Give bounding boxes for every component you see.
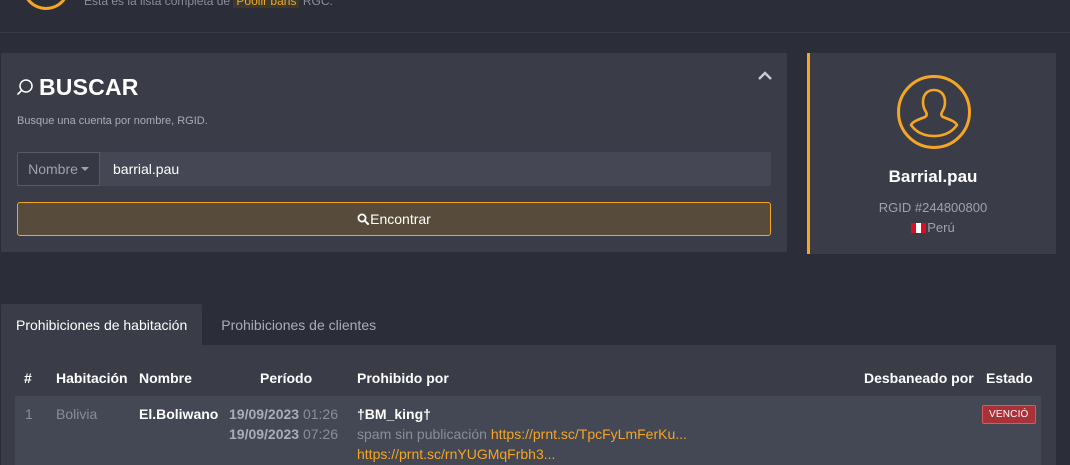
find-button-label: Encontrar — [370, 211, 431, 227]
header-highlight: Poolir bans — [233, 0, 300, 8]
row-name: El.Boliwano — [139, 406, 219, 422]
tab-client-bans[interactable]: Prohibiciones de clientes — [202, 304, 391, 345]
row-reason-line: spam sin publicación https://prnt.sc/Tpc… — [357, 426, 687, 442]
user-icon — [22, 0, 70, 10]
column-header-unbanned-by: Desbaneado por — [864, 370, 974, 386]
ban-tabs: Prohibiciones de habitación Prohibicione… — [1, 304, 391, 345]
column-header-name: Nombre — [139, 370, 192, 386]
table-row: 1 Bolivia El.Boliwano 19/09/2023 01:26 1… — [15, 396, 1041, 465]
search-type-dropdown[interactable]: Nombre — [17, 152, 100, 186]
search-description: Busque una cuenta por nombre, RGID. — [17, 115, 208, 127]
column-header-period: Período — [260, 370, 313, 386]
search-input-group: Nombre — [17, 152, 771, 186]
evidence-link[interactable]: https://prnt.sc/rnYUGMqFrbh3... — [357, 446, 555, 462]
profile-rgid: RGID #244800800 — [878, 200, 988, 215]
column-header-room: Habitación — [56, 370, 128, 386]
search-panel: BUSCAR Busque una cuenta por nombre, RGI… — [1, 53, 787, 252]
row-start-date: 19/09/2023 — [229, 406, 300, 422]
profile-card: Barrial.pau RGID #244800800 Perú — [807, 53, 1056, 254]
caret-down-icon — [80, 167, 89, 171]
page-header: Esta es la lista completa de Poolir bans… — [0, 0, 1070, 33]
row-reason: spam sin publicación — [357, 426, 487, 442]
search-title: BUSCAR — [17, 74, 139, 101]
status-badge: VENCIÓ — [982, 404, 1036, 424]
row-num: 1 — [25, 406, 33, 422]
header-subtitle: Esta es la lista completa de Poolir bans… — [84, 0, 333, 8]
bans-table: # Habitación Nombre Período Prohibido po… — [1, 345, 1056, 465]
header-text-prefix: Esta es la lista completa de — [84, 0, 231, 8]
profile-name: Barrial.pau — [888, 167, 978, 186]
row-start-time: 01:26 — [302, 406, 339, 422]
avatar — [897, 75, 971, 149]
search-type-label: Nombre — [28, 161, 78, 177]
chevron-up-icon[interactable] — [757, 69, 773, 81]
row-period-start: 19/09/2023 01:26 — [229, 406, 338, 422]
status-badge-label: VENCIÓ — [982, 405, 1036, 424]
column-header-status: Estado — [986, 370, 1033, 386]
row-end-time: 07:26 — [302, 426, 339, 442]
search-icon — [17, 78, 33, 95]
search-icon — [357, 213, 370, 225]
row-banned-by: †BM_king† — [357, 406, 431, 422]
peru-flag-icon — [911, 222, 927, 233]
table-header: # Habitación Nombre Período Prohibido po… — [1, 345, 1056, 395]
column-header-num: # — [24, 370, 32, 386]
evidence-link[interactable]: https://prnt.sc/TpcFyLmFerKu... — [491, 426, 687, 442]
row-end-date: 19/09/2023 — [229, 426, 300, 442]
row-room: Bolivia — [56, 406, 98, 422]
profile-country: Perú — [810, 220, 1056, 235]
tab-room-bans[interactable]: Prohibiciones de habitación — [1, 304, 203, 345]
search-input[interactable] — [100, 152, 771, 186]
row-period-end: 19/09/2023 07:26 — [229, 426, 338, 442]
header-text-suffix: RGC. — [302, 0, 333, 8]
column-header-banned-by: Prohibido por — [357, 370, 449, 386]
find-button[interactable]: Encontrar — [17, 202, 771, 236]
profile-country-label: Perú — [927, 220, 955, 235]
search-title-label: BUSCAR — [39, 74, 139, 100]
